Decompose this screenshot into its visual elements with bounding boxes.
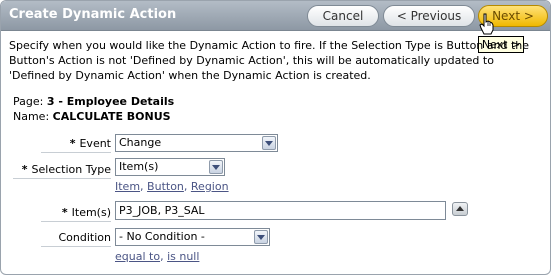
event-label: * Event: [69, 137, 111, 150]
items-label: * Item(s): [61, 206, 111, 219]
condition-label: Condition: [58, 231, 112, 244]
dialog-frame: Create Dynamic Action Cancel < Previous …: [0, 0, 551, 275]
arrow-up-icon[interactable]: [452, 202, 468, 216]
name-label: Name:: [13, 110, 50, 123]
required-marker: *: [61, 206, 68, 219]
cancel-button[interactable]: Cancel: [307, 5, 379, 27]
divider: [41, 221, 111, 222]
selection-type-value: Item(s): [119, 160, 159, 173]
items-input[interactable]: P3_JOB, P3_SAL: [115, 201, 446, 220]
page-value: 3 - Employee Details: [46, 95, 175, 108]
required-marker: *: [21, 163, 28, 176]
condition-value: - No Condition -: [119, 230, 205, 243]
hand-pointer-icon: [479, 13, 495, 35]
required-marker: *: [69, 137, 76, 150]
condition-shortcuts: equal to, is null: [115, 250, 200, 263]
name-value: CALCULATE BONUS: [52, 110, 171, 123]
selection-type-select[interactable]: Item(s): [115, 158, 225, 176]
page-label: Page:: [13, 95, 44, 108]
event-select[interactable]: Change: [115, 134, 278, 152]
condition-select[interactable]: - No Condition -: [115, 228, 270, 246]
chevron-down-icon[interactable]: [254, 230, 268, 244]
chevron-down-icon[interactable]: [209, 160, 223, 174]
button-link[interactable]: Button: [147, 180, 184, 193]
item-link[interactable]: Item: [115, 180, 140, 193]
selection-type-label: * Selection Type: [21, 163, 111, 176]
page-info: Page: 3 - Employee Details: [13, 95, 174, 109]
divider: [13, 178, 111, 179]
wizard-title: Create Dynamic Action: [9, 7, 177, 22]
intro-text: Specify when you would like the Dynamic …: [9, 39, 530, 82]
wizard-header: Create Dynamic Action Cancel < Previous …: [1, 1, 550, 31]
divider: [41, 152, 111, 153]
previous-button[interactable]: < Previous: [383, 5, 475, 27]
event-value: Change: [119, 136, 162, 149]
selection-type-shortcuts: Item, Button, Region: [115, 180, 229, 193]
equal-to-link[interactable]: equal to: [115, 250, 160, 263]
chevron-down-icon[interactable]: [262, 136, 276, 150]
name-info: Name: CALCULATE BONUS: [13, 110, 171, 124]
divider: [41, 246, 111, 247]
region-link[interactable]: Region: [191, 180, 229, 193]
is-null-link[interactable]: is null: [167, 250, 199, 263]
